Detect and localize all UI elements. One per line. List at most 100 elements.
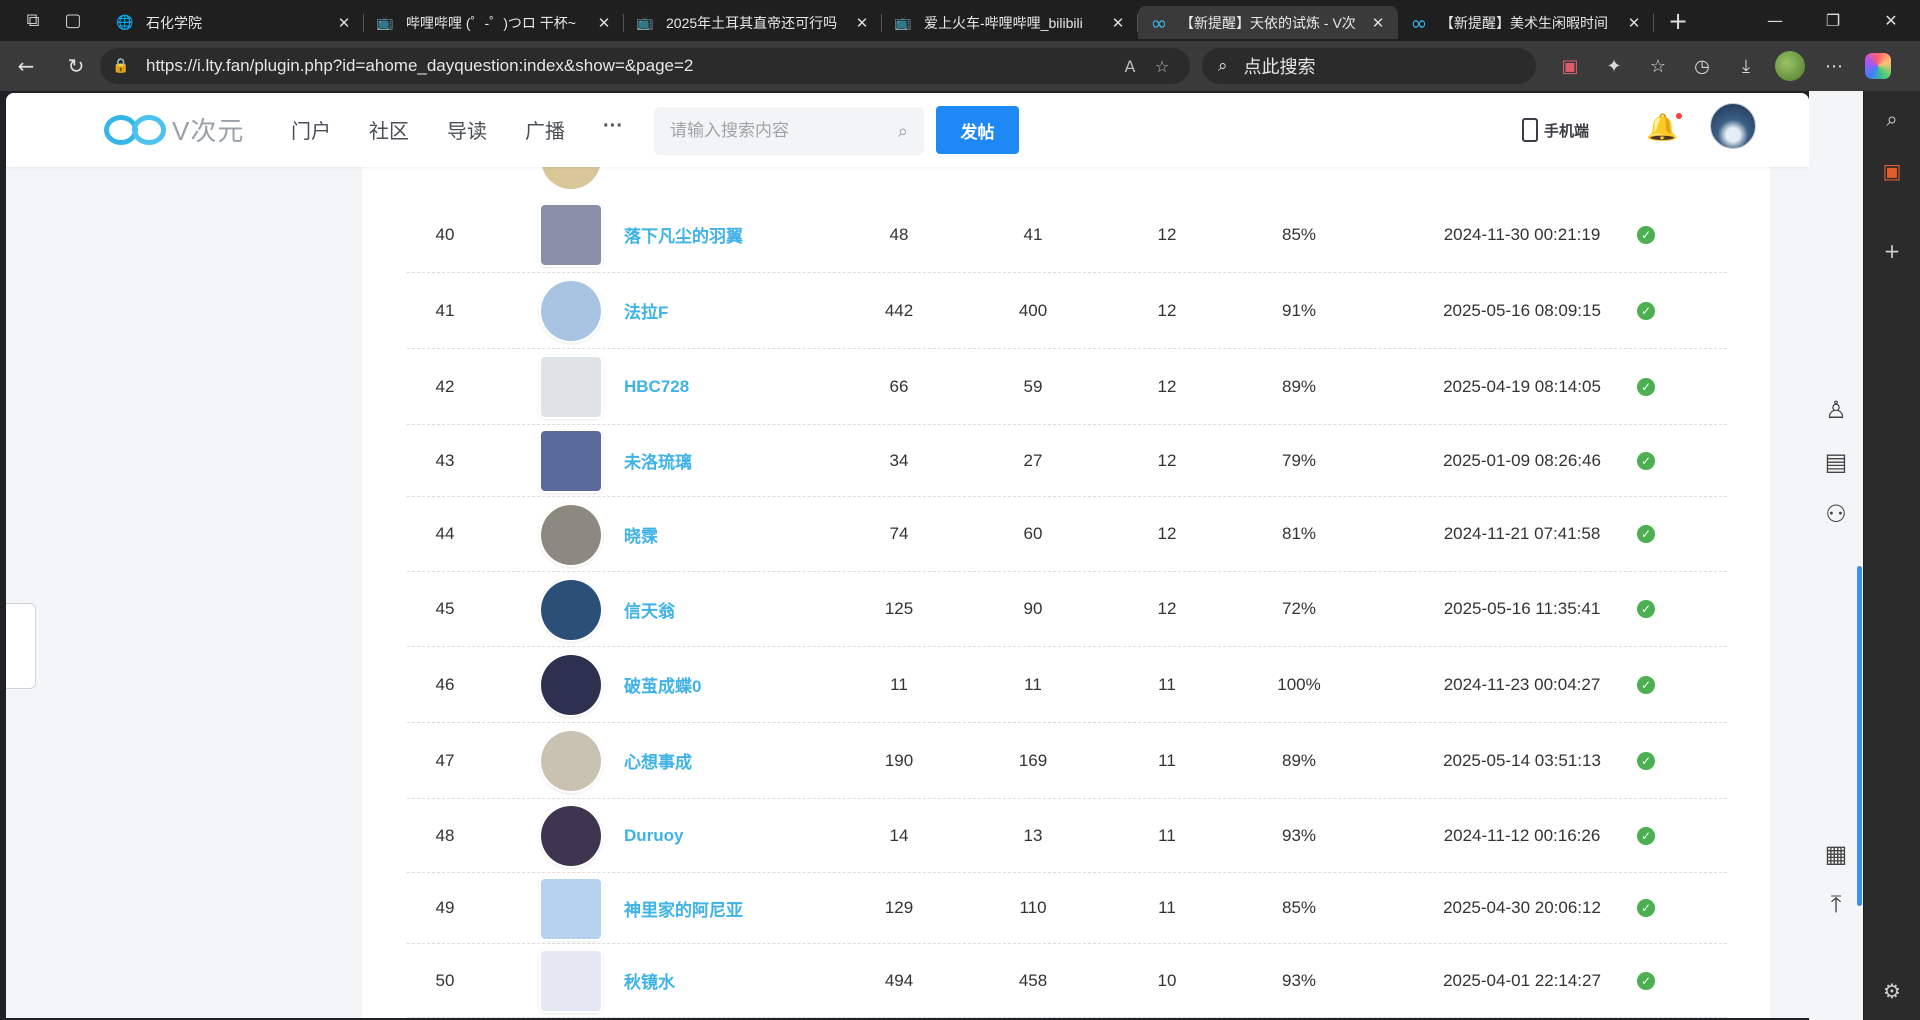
browser-tab[interactable]: 📺 哔哩哔哩 (゜-゜)つロ 干杯~ ✕ [364,6,624,39]
site-search-input[interactable] [670,121,898,141]
lock-icon[interactable]: 🔒 [112,58,134,74]
sidebar-search-icon[interactable]: ⌕ [1876,103,1908,135]
profile-avatar[interactable] [1768,46,1812,86]
table-row: 40 落下凡尘的羽翼 48 41 12 85% 2024-11-30 00:21:19 ✓ [407,197,1727,273]
nav-item[interactable]: 广播 [525,115,603,144]
post-button[interactable]: 发帖 [936,106,1019,154]
user-avatar-thumb[interactable] [541,505,601,565]
browser-tab[interactable]: ∞ 【新提醒】美术生闲暇时间 ✕ [1398,6,1654,39]
browser-tab[interactable]: 🌐 石化学院 ✕ [104,6,364,39]
site-logo[interactable]: V次元 [104,111,244,148]
browser-toolbar: ← ↻ 🔒 https://i.lty.fan/plugin.php?id=ah… [0,41,1920,91]
favorite-star-icon[interactable]: ☆ [1146,57,1178,76]
username-link[interactable]: 心想事成 [624,723,692,798]
sidebar-settings-icon[interactable]: ⚙ [1876,975,1908,1007]
user-avatar-thumb[interactable] [541,205,601,265]
favorites-icon[interactable]: ☆ [1636,46,1680,86]
browser-tab[interactable]: 📺 爱上火车-哔哩哔哩_bilibili ✕ [882,6,1138,39]
table-row: 45 信天翁 125 90 12 72% 2025-05-16 11:35:41 ✓ [407,572,1727,647]
address-bar[interactable]: 🔒 https://i.lty.fan/plugin.php?id=ahome_… [100,48,1190,84]
user-avatar-thumb[interactable] [541,731,601,791]
total-answered-cell: 11 [890,674,908,694]
rank-cell: 44 [435,524,455,543]
correct-count-cell: 458 [1018,970,1048,990]
tab-close-icon[interactable]: ✕ [1624,13,1644,33]
user-avatar-thumb[interactable] [541,951,601,1011]
browser-tab[interactable]: 📺 2025年土耳其直帝还可行吗 ✕ [624,6,882,39]
refresh-icon[interactable]: ↻ [56,46,96,86]
accuracy-cell: 93% [1281,825,1317,845]
accuracy-cell: 100% [1277,674,1321,694]
status-check-icon: ✓ [1631,497,1661,571]
page-scrollbar[interactable] [1857,566,1862,906]
username-link[interactable]: 未洛琉璃 [624,425,692,496]
username-link[interactable]: 落下凡尘的羽翼 [624,197,743,272]
user-avatar-thumb[interactable] [541,431,601,491]
site-search-icon[interactable]: ⌕ [898,121,908,142]
last-answer-time-cell: 2025-04-19 08:14:05 [1443,376,1601,396]
correct-count-cell: 11 [1024,674,1042,694]
browser-tab[interactable]: ∞ 【新提醒】天依的试炼 - V次 ✕ [1138,6,1398,39]
bilibili-extension-icon[interactable]: ▣ [1548,46,1592,86]
downloads-icon[interactable]: ⤓ [1724,46,1768,86]
rank-cell: 40 [435,224,455,244]
username-link[interactable]: 秋镜水 [624,944,675,1017]
nav-item[interactable]: 门户 [291,115,369,144]
accuracy-cell: 85% [1281,224,1317,244]
check-icon: ✓ [1637,451,1655,470]
new-tab-button[interactable]: + [1660,3,1696,39]
workspaces-icon[interactable]: ⧉ [16,4,50,38]
qrcode-icon[interactable]: ▦ [1819,837,1853,871]
tab-close-icon[interactable]: ✕ [1368,13,1388,33]
tab-close-icon[interactable]: ✕ [852,13,872,33]
user-avatar-thumb[interactable] [541,655,601,715]
back-to-top-icon[interactable]: ⤒ [1819,887,1853,921]
left-side-tab[interactable] [6,603,36,689]
user-profile-icon[interactable]: ♙ [1819,393,1853,427]
browser-search-box[interactable]: ⌕ 点此搜索 [1202,48,1536,84]
username-link[interactable]: 信天翁 [624,572,675,646]
notification-bell-icon[interactable]: 🔔 [1646,113,1683,143]
sidebar-add-icon[interactable]: + [1876,235,1908,267]
bilibili-icon: 📺 [636,14,654,31]
username-link[interactable]: Duruoy [624,799,684,872]
username-link[interactable]: HBC728 [624,349,689,424]
username-link[interactable]: 破茧成蝶0 [624,647,701,722]
username-link[interactable]: 神里家的阿尼亚 [624,873,743,943]
streak-cell: 12 [1157,376,1177,396]
maximize-icon[interactable]: ❐ [1804,1,1862,41]
nav-item[interactable]: 社区 [369,115,447,144]
mobile-link[interactable]: 手机端 [1522,118,1589,142]
window-left-controls: ⧉ ▢ [0,4,104,38]
table-row: 43 未洛琉璃 34 27 12 79% 2025-01-09 08:26:46 ✓ [407,425,1727,497]
friends-icon[interactable]: ⚇ [1819,497,1853,531]
messages-icon[interactable]: ▤ [1819,445,1853,479]
username-link[interactable]: 晓霂 [624,497,658,571]
tab-close-icon[interactable]: ✕ [1108,13,1128,33]
copilot-icon[interactable] [1856,46,1900,86]
user-avatar-thumb[interactable] [541,806,601,866]
user-avatar-thumb[interactable] [541,281,601,341]
more-menu-icon[interactable]: ⋯ [1812,46,1856,86]
vertical-tabs-icon[interactable]: ▢ [56,4,90,38]
back-icon[interactable]: ← [6,46,46,86]
nav-item[interactable]: 导读 [447,115,525,144]
status-check-icon: ✓ [1631,572,1661,646]
username-link[interactable]: 法拉F [624,273,668,348]
tab-close-icon[interactable]: ✕ [334,13,354,33]
user-avatar-thumb[interactable] [541,580,601,640]
sidebar-tools-icon[interactable]: ▣ [1876,155,1908,187]
history-icon[interactable]: ◷ [1680,46,1724,86]
read-aloud-icon[interactable]: A [1114,57,1146,76]
user-avatar-thumb[interactable] [541,879,601,939]
url-text[interactable]: https://i.lty.fan/plugin.php?id=ahome_da… [146,56,1114,76]
user-avatar[interactable] [1710,103,1756,149]
last-answer-time-cell: 2025-05-14 03:51:13 [1443,750,1601,770]
tab-close-icon[interactable]: ✕ [594,13,614,33]
minimize-icon[interactable]: — [1746,1,1804,41]
correct-count-cell: 60 [1023,524,1043,543]
close-window-icon[interactable]: ✕ [1862,1,1920,41]
extensions-icon[interactable]: ✦ [1592,46,1636,86]
accuracy-cell: 89% [1281,750,1317,770]
user-avatar-thumb[interactable] [541,357,601,417]
